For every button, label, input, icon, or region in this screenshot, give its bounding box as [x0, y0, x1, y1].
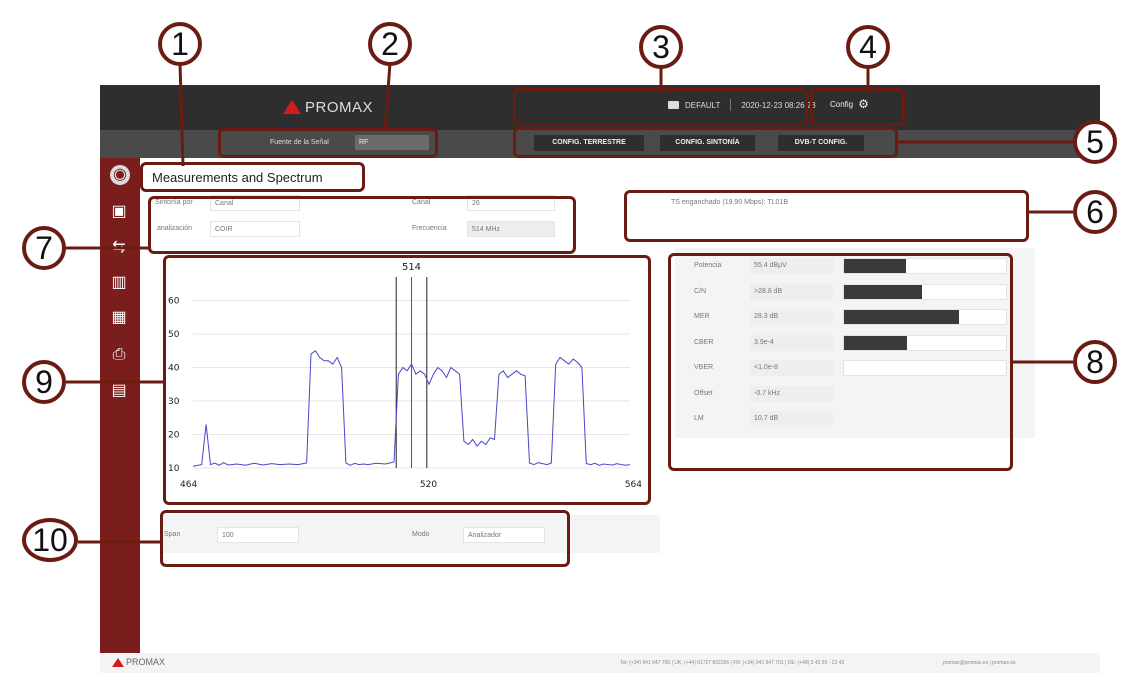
callout-1: 1	[158, 22, 202, 66]
callout-10: 10	[22, 518, 78, 562]
callout-9: 9	[22, 360, 66, 404]
callout-6: 6	[1073, 190, 1117, 234]
callout-5: 5	[1073, 120, 1117, 164]
callout-leaders	[66, 62, 1073, 544]
callout-3: 3	[639, 25, 683, 69]
callout-7: 7	[22, 226, 66, 270]
callout-8: 8	[1073, 340, 1117, 384]
callout-4: 4	[846, 25, 890, 69]
callout-2: 2	[368, 22, 412, 66]
